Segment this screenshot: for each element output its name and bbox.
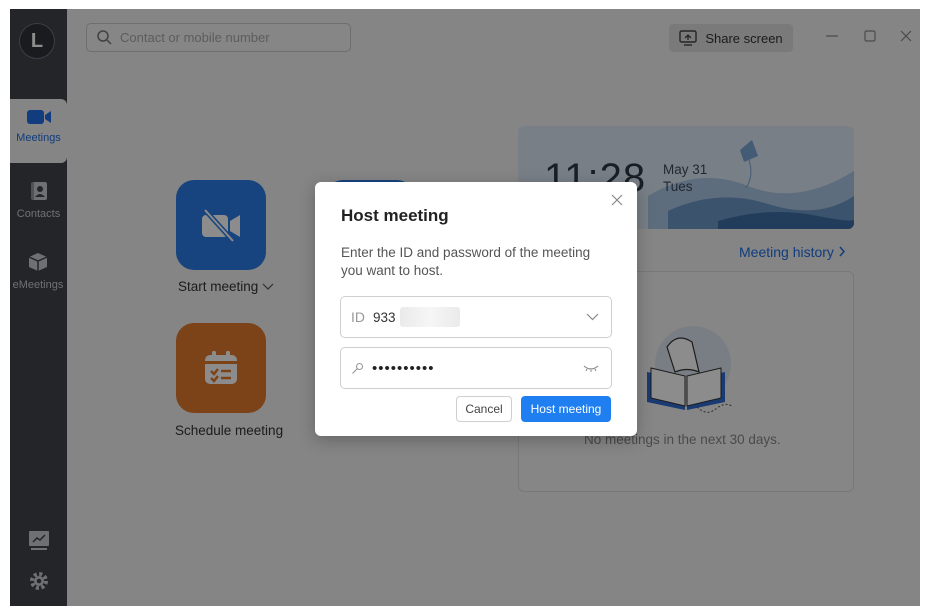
app-window: L Meetings Contacts eMeetings Contact or… bbox=[10, 9, 920, 606]
dialog-description: Enter the ID and password of the meeting… bbox=[341, 245, 591, 278]
redacted-id-digits bbox=[399, 307, 460, 327]
password-value: •••••••••• bbox=[372, 359, 435, 377]
host-meeting-dialog: Host meeting Enter the ID and password o… bbox=[315, 182, 637, 436]
password-field[interactable]: •••••••••• bbox=[340, 347, 612, 389]
cancel-button[interactable]: Cancel bbox=[456, 396, 512, 422]
dialog-close-button[interactable] bbox=[609, 194, 625, 210]
id-prefix: ID bbox=[351, 309, 365, 325]
meeting-id-value: 933 bbox=[373, 309, 396, 325]
close-icon bbox=[611, 194, 623, 206]
host-meeting-button[interactable]: Host meeting bbox=[521, 396, 611, 422]
key-icon bbox=[352, 362, 364, 374]
meeting-id-field[interactable]: ID 933 bbox=[340, 296, 612, 338]
dialog-title: Host meeting bbox=[341, 206, 449, 225]
chevron-down-icon[interactable] bbox=[586, 313, 599, 321]
eye-closed-icon[interactable] bbox=[583, 363, 599, 373]
